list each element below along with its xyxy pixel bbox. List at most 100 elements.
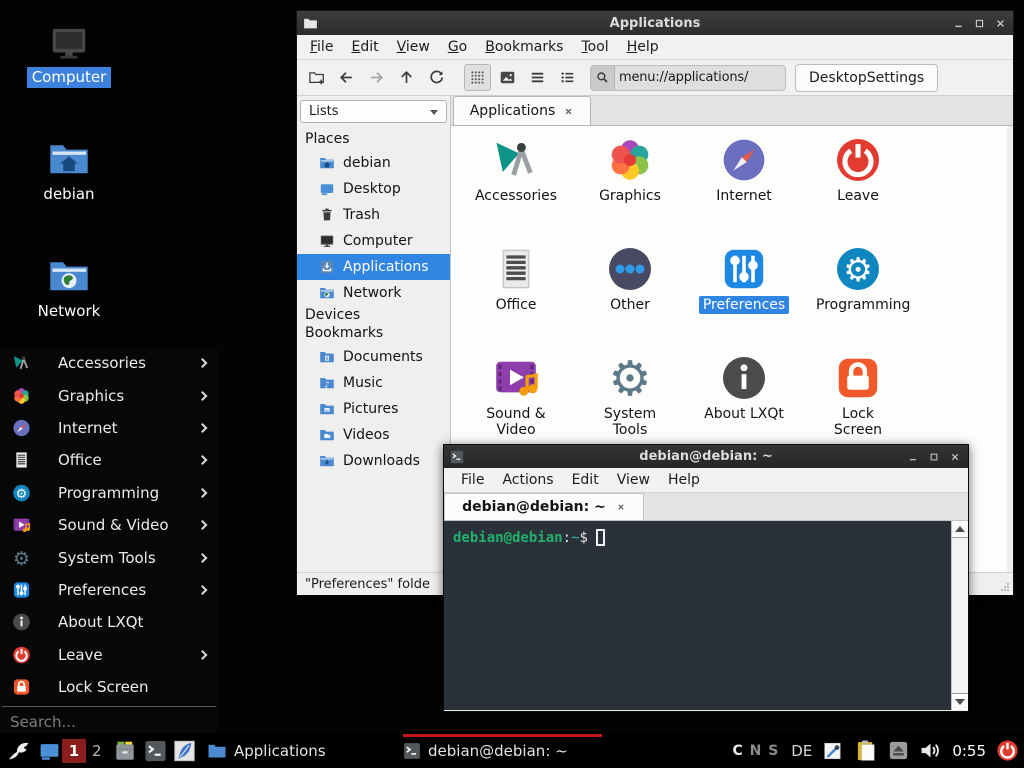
address-bar[interactable] — [590, 65, 786, 91]
app-item-leave[interactable]: Leave — [801, 136, 915, 245]
minimize-button[interactable] — [951, 16, 965, 30]
menu-bookmarks[interactable]: Bookmarks — [476, 37, 572, 57]
address-input[interactable] — [615, 70, 781, 85]
maximize-button[interactable] — [972, 16, 986, 30]
leave-button[interactable] — [996, 739, 1019, 762]
quicklaunch-terminal[interactable] — [144, 739, 167, 762]
office-icon — [492, 245, 540, 293]
menu-file[interactable]: File — [301, 37, 342, 57]
menu-item-system-tools[interactable]: System Tools — [0, 541, 218, 573]
desktop-icon-network[interactable]: Network — [21, 254, 117, 322]
app-item-accessories[interactable]: Accessories — [459, 136, 573, 245]
app-item-preferences[interactable]: Preferences — [687, 245, 801, 354]
icon-view-button[interactable] — [464, 64, 491, 91]
sidebar-item-desktop[interactable]: Desktop — [297, 176, 450, 202]
task-button-applications[interactable]: Applications — [207, 733, 397, 768]
menu-actions[interactable]: Actions — [493, 470, 562, 490]
menu-view[interactable]: View — [608, 470, 659, 490]
workspace-2-button[interactable]: 2 — [92, 742, 102, 760]
menu-search[interactable] — [0, 707, 218, 732]
menu-edit[interactable]: Edit — [342, 37, 387, 57]
app-item-internet[interactable]: Internet — [687, 136, 801, 245]
close-button[interactable] — [993, 16, 1007, 30]
sidebar-item-documents[interactable]: Documents — [297, 344, 450, 370]
tab-close-icon[interactable] — [616, 502, 626, 512]
menu-help[interactable]: Help — [618, 37, 668, 57]
desktop-icon-debian[interactable]: debian — [21, 137, 117, 205]
menu-view[interactable]: View — [388, 37, 439, 57]
menu-item-programming[interactable]: Programming — [0, 477, 218, 509]
scroll-up-icon[interactable] — [952, 521, 968, 537]
quicklaunch-file-manager[interactable] — [113, 739, 137, 763]
close-button[interactable] — [948, 450, 962, 464]
sidebar-item-pictures[interactable]: Pictures — [297, 396, 450, 422]
terminal-scrollbar[interactable] — [951, 521, 968, 710]
sidebar-item-downloads[interactable]: Downloads — [297, 448, 450, 474]
menu-item-graphics[interactable]: Graphics — [0, 379, 218, 411]
menu-item-accessories[interactable]: Accessories — [0, 347, 218, 379]
desktop: Computer debian Network Applications Fil… — [0, 0, 1024, 768]
sidebar-item-trash[interactable]: Trash — [297, 202, 450, 228]
terminal-screen[interactable]: debian@debian:~$ — [444, 521, 968, 710]
menu-item-sound-video[interactable]: Sound & Video — [0, 509, 218, 541]
submenu-chevron-icon — [198, 391, 208, 401]
app-item-office[interactable]: Office — [459, 245, 573, 354]
menu-file[interactable]: File — [452, 470, 493, 490]
task-button-terminal[interactable]: debian@debian: ~ — [403, 733, 602, 768]
workspace-1-button[interactable]: 1 — [62, 739, 86, 763]
terminal-tab[interactable]: debian@debian: ~ — [444, 493, 644, 520]
forward-button[interactable] — [363, 64, 390, 91]
keyboard-layout-indicator[interactable]: DE — [791, 742, 812, 760]
desktop-settings-button[interactable]: DesktopSettings — [795, 64, 938, 92]
resize-grip[interactable] — [1000, 582, 1010, 592]
app-item-graphics[interactable]: Graphics — [573, 136, 687, 245]
sidebar-item-computer[interactable]: Computer — [297, 228, 450, 254]
search-input[interactable] — [8, 712, 210, 732]
thumbnail-view-button[interactable] — [494, 64, 521, 91]
back-button[interactable] — [333, 64, 360, 91]
home-folder-icon — [319, 155, 335, 171]
volume-button[interactable] — [919, 739, 942, 762]
fm-titlebar[interactable]: Applications — [297, 11, 1013, 35]
menu-item-internet[interactable]: Internet — [0, 412, 218, 444]
detailed-view-button[interactable] — [554, 64, 581, 91]
tab-close-icon[interactable] — [563, 106, 574, 117]
menu-item-lock-screen[interactable]: Lock Screen — [0, 671, 218, 703]
desktop-icon-computer[interactable]: Computer — [21, 22, 117, 88]
menu-go[interactable]: Go — [439, 37, 476, 57]
sidebar-item-videos[interactable]: Videos — [297, 422, 450, 448]
sidebar-mode-combo[interactable]: Lists — [300, 100, 447, 123]
menu-help[interactable]: Help — [659, 470, 709, 490]
sidebar-item-music[interactable]: Music — [297, 370, 450, 396]
menu-edit[interactable]: Edit — [563, 470, 608, 490]
quicklaunch-featherpad[interactable] — [173, 739, 196, 762]
sidebar-item-debian[interactable]: debian — [297, 150, 450, 176]
lxqt-bird-icon — [6, 738, 32, 764]
maximize-button[interactable] — [927, 450, 941, 464]
menu-item-about-lxqt[interactable]: About LXQt — [0, 606, 218, 638]
terminal-titlebar[interactable]: debian@debian: ~ — [444, 445, 968, 468]
screenshot-tray-button[interactable] — [822, 740, 844, 762]
scrollbar-thumb[interactable] — [952, 537, 968, 694]
compact-view-button[interactable] — [524, 64, 551, 91]
new-tab-button[interactable] — [303, 64, 330, 91]
menu-item-office[interactable]: Office — [0, 444, 218, 476]
scroll-down-icon[interactable] — [952, 694, 968, 710]
removable-media-button[interactable] — [888, 740, 909, 761]
menu-item-leave[interactable]: Leave — [0, 639, 218, 671]
keyboard-indicator[interactable]: C N S — [732, 743, 779, 759]
menu-tool[interactable]: Tool — [572, 37, 617, 57]
app-item-programming[interactable]: Programming — [801, 245, 915, 354]
sidebar-item-network[interactable]: Network — [297, 280, 450, 306]
minimize-button[interactable] — [906, 450, 920, 464]
up-button[interactable] — [393, 64, 420, 91]
app-item-other[interactable]: Other — [573, 245, 687, 354]
clipboard-tray-button[interactable] — [854, 739, 878, 763]
start-menu-button[interactable] — [6, 738, 32, 764]
clock[interactable]: 0:55 — [952, 742, 986, 760]
tab-applications[interactable]: Applications — [453, 96, 591, 125]
show-desktop-button[interactable] — [38, 739, 61, 762]
reload-button[interactable] — [423, 64, 450, 91]
menu-item-preferences[interactable]: Preferences — [0, 574, 218, 606]
sidebar-item-applications[interactable]: Applications — [297, 254, 450, 280]
